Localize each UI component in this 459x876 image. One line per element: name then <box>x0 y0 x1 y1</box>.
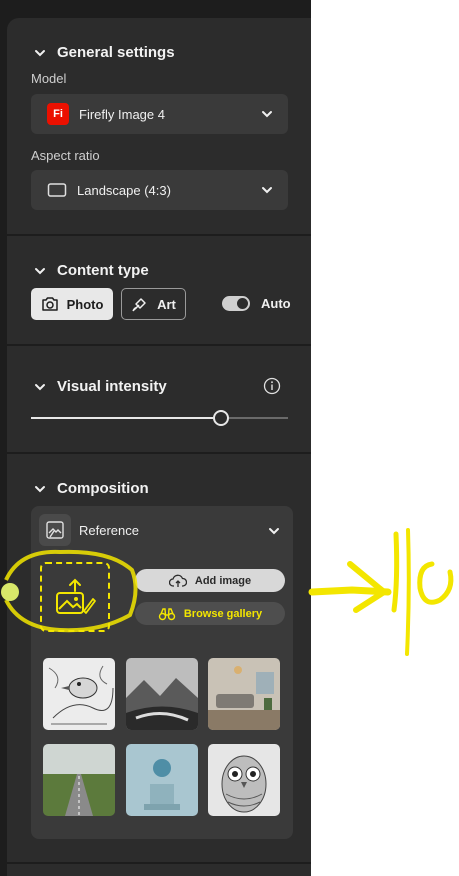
chevron-down-icon <box>35 267 45 274</box>
brush-icon <box>132 298 146 312</box>
chevron-down-icon <box>35 49 45 56</box>
divider <box>7 452 311 454</box>
visual-intensity-title: Visual intensity <box>57 378 167 395</box>
composition-title: Composition <box>57 480 149 497</box>
art-button[interactable]: Art <box>121 288 186 320</box>
content-type-title: Content type <box>57 262 149 279</box>
info-icon[interactable] <box>263 377 281 395</box>
chevron-down-icon <box>35 383 45 390</box>
content-type-header[interactable]: Content type <box>33 262 149 279</box>
photo-label: Photo <box>66 296 104 312</box>
model-value: Firefly Image 4 <box>79 106 165 122</box>
chevron-down-icon <box>35 485 45 492</box>
art-label: Art <box>157 296 176 312</box>
model-select[interactable]: Fi Firefly Image 4 <box>31 94 288 134</box>
composition-header[interactable]: Composition <box>33 480 149 497</box>
annotation-highlight-overlay <box>1 528 454 656</box>
photo-button[interactable]: Photo <box>31 288 113 320</box>
slider-track <box>229 417 288 419</box>
chevron-down-icon <box>262 111 272 118</box>
general-settings-header[interactable]: General settings <box>33 44 175 61</box>
model-label: Model <box>31 71 67 86</box>
aspect-ratio-value: Landscape (4:3) <box>77 182 171 198</box>
gallery-thumb-sphere[interactable] <box>126 744 198 816</box>
divider <box>7 862 311 864</box>
firefly-logo-icon: Fi <box>47 103 69 125</box>
general-settings-title: General settings <box>57 44 175 61</box>
landscape-icon <box>47 183 67 197</box>
aspect-ratio-label: Aspect ratio <box>31 148 100 163</box>
slider-thumb[interactable] <box>213 410 229 426</box>
auto-toggle[interactable] <box>222 296 250 311</box>
chevron-down-icon <box>262 187 272 194</box>
gallery-thumb-owl[interactable] <box>208 744 280 816</box>
auto-label: Auto <box>261 296 291 311</box>
gallery-thumb-road[interactable] <box>43 744 115 816</box>
visual-intensity-slider[interactable] <box>31 410 288 426</box>
visual-intensity-header[interactable]: Visual intensity <box>33 378 167 395</box>
divider <box>7 344 311 346</box>
divider <box>7 234 311 236</box>
slider-fill <box>31 417 213 419</box>
camera-icon <box>41 297 58 311</box>
aspect-ratio-select[interactable]: Landscape (4:3) <box>31 170 288 210</box>
